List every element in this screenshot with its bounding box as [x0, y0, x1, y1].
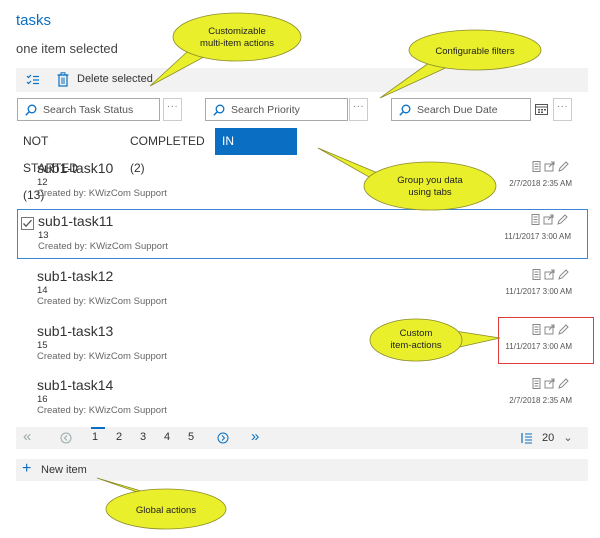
list-item-task10[interactable]: sub1-task10 12 Created by: KWizCom Suppo… [17, 157, 588, 207]
item-title[interactable]: sub1-task13 [37, 323, 113, 339]
task-status-filter-input[interactable]: Search Task Status [17, 98, 160, 121]
document-icon [532, 161, 541, 172]
item-actions-icons[interactable] [531, 161, 571, 173]
item-number: 15 [37, 340, 48, 351]
plus-icon[interactable]: + [22, 460, 31, 478]
share-icon [544, 161, 555, 172]
item-number: 16 [37, 394, 48, 405]
item-date: 11/1/2017 3:00 AM [504, 232, 571, 241]
checkbox-checked-icon[interactable] [21, 217, 34, 230]
item-title[interactable]: sub1-task12 [37, 268, 113, 284]
search-icon [399, 104, 411, 116]
callout-global-actions: Global actions [96, 477, 227, 530]
document-icon [531, 214, 540, 225]
item-actions-icons[interactable] [531, 378, 571, 390]
pagination-bar: « 1 2 3 4 5 » 20 ⌄ [16, 427, 588, 449]
item-created-by: Created by: KWizCom Support [37, 296, 167, 307]
callout-global-text: Global actions [136, 505, 196, 516]
tab-in-progress[interactable]: IN PROGRESS (1/5) [215, 128, 298, 202]
item-date: 2/7/2018 2:35 AM [509, 396, 572, 405]
page-size-value: 20 [542, 432, 555, 444]
list-item-task14[interactable]: sub1-task14 16 Created by: KWizCom Suppo… [17, 374, 588, 424]
first-page-icon[interactable]: « [23, 428, 31, 445]
delete-selected-button[interactable]: Delete selected [77, 73, 153, 85]
page-size-select[interactable]: 20 ⌄ [542, 431, 573, 444]
search-icon [25, 104, 37, 116]
last-page-icon[interactable]: » [251, 428, 259, 445]
share-icon [544, 378, 555, 389]
item-created-by: Created by: KWizCom Support [37, 188, 167, 199]
item-created-by: Created by: KWizCom Support [37, 405, 167, 416]
select-all-icon[interactable] [26, 73, 40, 87]
item-date: 11/1/2017 3:00 AM [505, 287, 572, 296]
due-date-filter-placeholder: Search Due Date [417, 104, 498, 116]
selection-status: one item selected [16, 41, 118, 56]
item-date: 2/7/2018 2:35 AM [509, 179, 572, 188]
item-created-by: Created by: KWizCom Support [37, 351, 167, 362]
item-created-by: Created by: KWizCom Support [38, 241, 168, 252]
due-date-filter-input[interactable]: Search Due Date [391, 98, 531, 121]
global-actions-bar: + New item [16, 459, 588, 481]
page-2-button[interactable]: 2 [116, 431, 122, 443]
item-number: 14 [37, 285, 48, 296]
share-icon [543, 214, 554, 225]
current-page-indicator [91, 427, 105, 429]
tab-not-started[interactable]: NOT STARTED (13) [23, 128, 78, 202]
item-number: 13 [38, 230, 49, 241]
item-actions-icons[interactable] [531, 269, 571, 281]
priority-filter-input[interactable]: Search Priority [205, 98, 348, 121]
callout-filters-text: Configurable filters [435, 46, 514, 57]
share-icon [544, 269, 555, 280]
item-actions-icons[interactable] [530, 214, 570, 226]
item-title[interactable]: sub1-task10 [37, 160, 113, 176]
document-icon [532, 269, 541, 280]
search-icon [213, 104, 225, 116]
priority-filter-more-button[interactable]: ··· [349, 98, 368, 121]
item-actions-highlight [498, 317, 594, 364]
list-item-task11[interactable]: sub1-task11 13 Created by: KWizCom Suppo… [17, 209, 588, 259]
page-size-icon [521, 433, 532, 444]
list-item-task12[interactable]: sub1-task12 14 Created by: KWizCom Suppo… [17, 265, 588, 315]
edit-icon [558, 161, 569, 172]
callout-multi-item-line1: Customizable [208, 26, 266, 37]
page-3-button[interactable]: 3 [140, 431, 146, 443]
calendar-icon[interactable] [535, 103, 548, 115]
page-1-button[interactable]: 1 [92, 431, 98, 443]
task-status-filter-more-button[interactable]: ··· [163, 98, 182, 121]
item-title[interactable]: sub1-task11 [38, 213, 113, 229]
chevron-down-icon: ⌄ [563, 432, 573, 444]
edit-icon [558, 269, 569, 280]
due-date-filter-more-button[interactable]: ··· [553, 98, 572, 121]
priority-filter-placeholder: Search Priority [231, 104, 300, 116]
page-4-button[interactable]: 4 [164, 431, 170, 443]
edit-icon [558, 378, 569, 389]
edit-icon [557, 214, 568, 225]
multi-item-toolbar: Delete selected [16, 68, 588, 92]
next-page-icon[interactable] [217, 432, 229, 444]
item-number: 12 [37, 177, 48, 188]
item-title[interactable]: sub1-task14 [37, 377, 113, 393]
page-5-button[interactable]: 5 [188, 431, 194, 443]
tab-completed[interactable]: COMPLETED (2) [130, 128, 205, 175]
previous-page-icon[interactable] [60, 432, 72, 444]
new-item-button[interactable]: New item [41, 464, 87, 476]
callout-multi-item-line2: multi-item actions [200, 38, 274, 49]
trash-icon[interactable] [57, 72, 69, 87]
document-icon [532, 378, 541, 389]
task-status-filter-placeholder: Search Task Status [43, 104, 134, 116]
page-title: tasks [16, 12, 52, 29]
